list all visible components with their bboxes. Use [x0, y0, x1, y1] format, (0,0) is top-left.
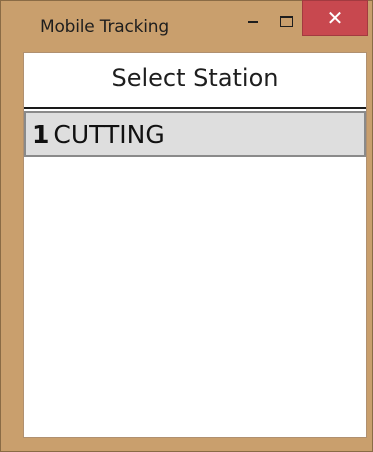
- minimize-icon: [248, 21, 258, 23]
- close-icon: ✕: [326, 6, 344, 30]
- minimize-button[interactable]: [236, 7, 270, 35]
- window-title: Mobile Tracking: [40, 17, 169, 37]
- maximize-icon: [279, 15, 293, 27]
- station-item-cutting[interactable]: 1 CUTTING: [24, 111, 366, 157]
- station-number: 1: [32, 119, 50, 149]
- station-name: CUTTING: [53, 119, 165, 149]
- station-list: 1 CUTTING: [24, 111, 366, 437]
- close-button[interactable]: ✕: [302, 0, 368, 36]
- maximize-button[interactable]: [270, 7, 302, 35]
- app-window: Mobile Tracking ✕ Select Station 1 CUTTI…: [0, 0, 373, 452]
- title-bar[interactable]: Mobile Tracking ✕: [0, 0, 373, 52]
- client-area: Select Station 1 CUTTING: [23, 52, 367, 438]
- page-title: Select Station: [111, 64, 279, 92]
- station-header: Select Station: [24, 53, 366, 109]
